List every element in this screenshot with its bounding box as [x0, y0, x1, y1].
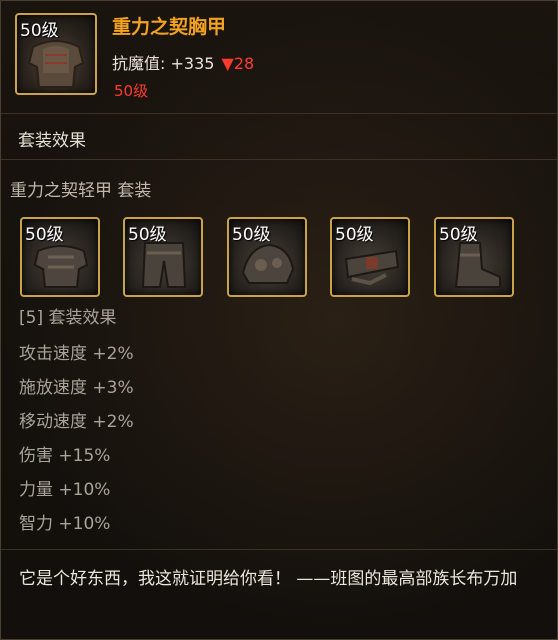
- set-bonus-header: [5] 套装效果: [19, 308, 117, 328]
- item-icon-slot[interactable]: 50级: [15, 13, 97, 95]
- stat-decrease: ▼28: [221, 54, 255, 73]
- set-piece-slot[interactable]: 50级: [227, 217, 307, 297]
- set-name: 重力之契轻甲 套装: [10, 181, 152, 201]
- magic-defense-stat: 抗魔值: +335 ▼28: [112, 50, 254, 74]
- item-tooltip: 50级 重力之契胸甲 抗魔值: +335 ▼28 50级 套装效果 重力之契轻甲…: [0, 0, 558, 640]
- item-level-badge: 50级: [20, 21, 59, 41]
- item-header: 50级 重力之契胸甲 抗魔值: +335 ▼28 50级: [1, 1, 557, 113]
- boots-armor-icon: [454, 242, 501, 288]
- stat-label: 抗魔值:: [112, 54, 166, 73]
- flavor-text: 它是个好东西，我这就证明给你看！ ——班图的最高部族长布万加: [19, 569, 518, 589]
- set-piece-slot[interactable]: 50级: [123, 217, 203, 297]
- header-divider: [1, 113, 557, 114]
- belt-armor-icon: [344, 249, 400, 286]
- set-section-title: 套装效果: [18, 131, 86, 151]
- piece-level-badge: 50级: [128, 225, 167, 245]
- piece-level-badge: 50级: [439, 225, 478, 245]
- pants-armor-icon: [141, 242, 187, 288]
- set-piece-slot[interactable]: 50级: [434, 217, 514, 297]
- set-piece-slot[interactable]: 50级: [330, 217, 410, 297]
- stat-value: +335: [170, 54, 215, 73]
- set-bonus-move-speed: 移动速度 +2%: [19, 412, 134, 432]
- flavor-divider: [1, 549, 557, 550]
- set-bonus-attack-speed: 攻击速度 +2%: [19, 344, 134, 364]
- piece-level-badge: 50级: [25, 225, 64, 245]
- chest-armor-icon: [33, 245, 89, 288]
- set-piece-slot[interactable]: 50级: [20, 217, 100, 297]
- set-pieces: 50级 50级 50级 50级 50级: [20, 217, 520, 299]
- piece-level-badge: 50级: [232, 225, 271, 245]
- set-bonus-damage: 伤害 +15%: [19, 446, 111, 466]
- set-bonus-strength: 力量 +10%: [19, 480, 111, 500]
- shoulder-armor-icon: [241, 243, 295, 284]
- chest-armor-icon: [27, 40, 85, 88]
- required-level: 50级: [114, 82, 149, 100]
- piece-level-badge: 50级: [335, 225, 374, 245]
- item-name: 重力之契胸甲: [112, 16, 227, 38]
- set-bonus-cast-speed: 施放速度 +3%: [19, 378, 134, 398]
- set-section-divider: [1, 159, 557, 160]
- set-bonus-intelligence: 智力 +10%: [19, 514, 111, 534]
